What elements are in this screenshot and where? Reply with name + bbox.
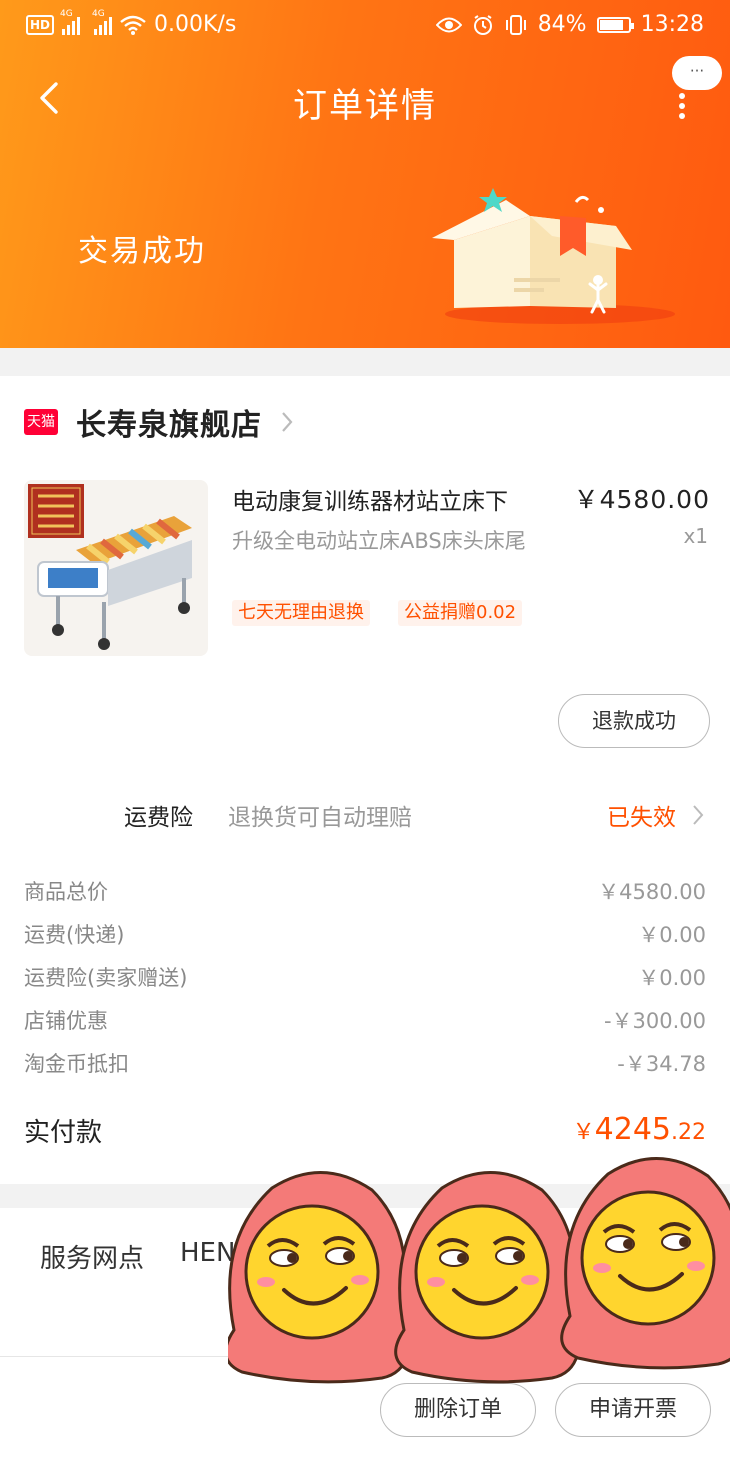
order-status: 交易成功: [78, 234, 206, 269]
battery-percent: 84%: [537, 12, 587, 37]
hd-icon: HD: [26, 14, 55, 35]
tmall-icon: 天猫: [24, 409, 58, 435]
amount-integer: 4245: [594, 1112, 671, 1147]
message-bubble[interactable]: ···: [672, 56, 722, 90]
shipping-insurance-row[interactable]: 运费险 退换货可自动理赔 已失效: [0, 796, 730, 836]
more-menu-icon[interactable]: [672, 90, 692, 120]
shop-name[interactable]: 长寿泉旗舰店: [76, 400, 262, 444]
chevron-right-icon: [693, 805, 704, 825]
fee-row-coins: 淘金币抵扣 -￥34.78: [24, 1048, 706, 1082]
actual-payment-row: 实付款 ￥4245.22: [24, 1112, 706, 1152]
vibrate-icon: [505, 14, 526, 35]
fee-row-goods-total: 商品总价 ￥4580.00: [24, 876, 706, 910]
order-card: 天猫 长寿泉旗舰店 电动康复训练器材站立床下 升级全电动站立床ABS床头床尾 ￥…: [0, 376, 730, 1184]
status-bar: HD 4G 4G 0.00K/s 84% 13:28: [0, 0, 730, 50]
chevron-right-icon: [282, 412, 293, 432]
order-header: HD 4G 4G 0.00K/s 84% 13:28 订单详情 ··· 交易成功: [0, 0, 730, 348]
fee-value: -￥34.78: [617, 1052, 706, 1076]
fee-value: ￥0.00: [638, 923, 706, 947]
product-image[interactable]: [24, 480, 208, 656]
tag-seven-day-return: 七天无理由退换: [232, 600, 370, 626]
fee-value: ￥4580.00: [598, 880, 706, 904]
refund-status-button[interactable]: 退款成功: [558, 694, 710, 748]
product-sku: 升级全电动站立床ABS床头床尾: [232, 529, 526, 553]
fee-value: ￥0.00: [638, 966, 706, 990]
signal-icon-2: 4G: [92, 9, 113, 35]
emoji-sticker: [228, 1156, 730, 1384]
fee-value: -￥300.00: [603, 1009, 706, 1033]
signal-icon: 4G: [60, 9, 81, 35]
service-point-label: 服务网点: [40, 1244, 145, 1274]
shop-row[interactable]: 天猫 长寿泉旗舰店: [24, 404, 294, 443]
page-title: 订单详情: [293, 86, 437, 126]
tag-charity: 公益捐赠0.02: [398, 600, 523, 626]
product-quantity: x1: [683, 524, 708, 548]
actual-payment-label: 实付款: [24, 1118, 103, 1148]
amount-decimal: .22: [671, 1120, 706, 1145]
fee-row-shipping-insurance: 运费险(卖家赠送) ￥0.00: [24, 962, 706, 996]
fee-label: 店铺优惠: [24, 1009, 108, 1033]
fee-label: 商品总价: [24, 880, 108, 904]
insurance-desc: 退换货可自动理赔: [228, 805, 412, 831]
actual-payment-amount: ￥4245.22: [573, 1112, 706, 1147]
product-price: ￥4580.00: [573, 485, 710, 514]
fee-label: 运费险(卖家赠送): [24, 966, 188, 990]
wifi-icon: [120, 15, 146, 35]
eye-icon: [435, 17, 462, 32]
insurance-status: 已失效: [607, 805, 676, 831]
product-title[interactable]: 电动康复训练器材站立床下: [232, 482, 562, 516]
fee-row-shop-discount: 店铺优惠 -￥300.00: [24, 1005, 706, 1039]
alarm-icon: [473, 14, 492, 35]
bed-illustration: [28, 484, 192, 650]
insurance-label: 运费险: [124, 805, 193, 831]
fee-label: 淘金币抵扣: [24, 1052, 129, 1076]
fee-row-shipping: 运费(快递) ￥0.00: [24, 919, 706, 953]
battery-icon: [596, 16, 634, 33]
fee-label: 运费(快递): [24, 923, 125, 947]
currency-symbol: ￥: [572, 1120, 595, 1145]
clock: 13:28: [640, 12, 704, 37]
gift-box-illustration: [432, 188, 675, 324]
network-speed: 0.00K/s: [154, 12, 237, 37]
